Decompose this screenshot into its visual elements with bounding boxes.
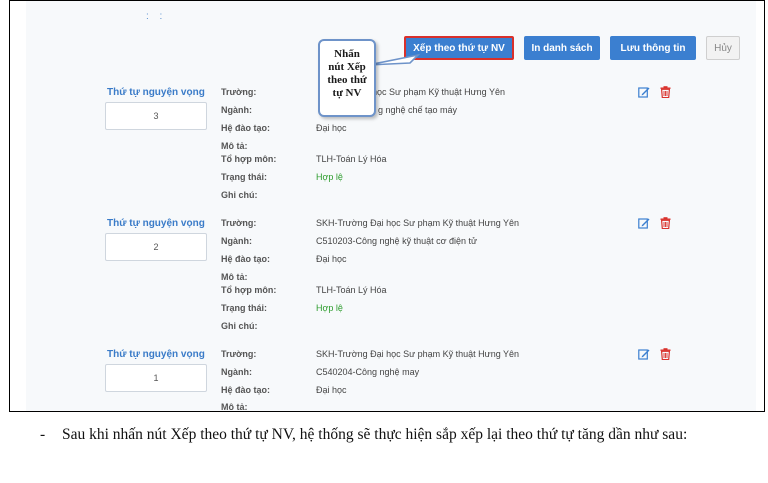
school-value: SKH-Trường Đại học Sư phạm Kỹ thuật Hưng… [316, 349, 520, 359]
edit-icon[interactable] [638, 348, 650, 360]
mode-label: Hệ đào tạo: [221, 254, 271, 264]
note-label: Ghi chú: [221, 321, 258, 331]
status-label: Trạng thái: [221, 303, 268, 313]
combo-value: TLH-Toán Lý Hóa [316, 285, 387, 295]
desc-label: Mô tả: [221, 272, 248, 282]
mode-value: Đại học [316, 254, 347, 264]
wish-order-input[interactable]: 3 [105, 102, 207, 130]
callout-line: nút Xếp [328, 61, 366, 73]
document-caption: - Sau khi nhấn nút Xếp theo thứ tự NV, hệ… [12, 424, 762, 446]
top-fragment: : : [146, 11, 167, 22]
cancel-button[interactable]: Hủy [706, 36, 740, 60]
mode-value: Đại học [316, 123, 347, 133]
school-label: Trường: [221, 87, 257, 97]
print-list-button[interactable]: In danh sách [524, 36, 600, 60]
delete-icon[interactable] [660, 348, 671, 360]
callout-line: Nhấn [334, 48, 360, 60]
combo-label: Tổ hợp môn: [221, 154, 277, 164]
save-info-button[interactable]: Lưu thông tin [610, 36, 696, 60]
major-label: Ngành: [221, 105, 252, 115]
caption-bullet: - [40, 426, 46, 443]
mode-label: Hệ đào tạo: [221, 123, 271, 133]
desc-label: Mô tả: [221, 402, 248, 412]
wish-order-input[interactable]: 2 [105, 233, 207, 261]
school-label: Trường: [221, 349, 257, 359]
instruction-callout: Nhấn nút Xếp theo thứ tự NV [318, 39, 376, 117]
combo-value: TLH-Toán Lý Hóa [316, 154, 387, 164]
status-value: Hợp lệ [316, 303, 343, 313]
delete-icon[interactable] [660, 217, 671, 229]
wish-order-input[interactable]: 1 [105, 364, 207, 392]
screenshot-frame: : : Xếp theo thứ tự NV In danh sách Lưu … [9, 0, 765, 412]
school-label: Trường: [221, 218, 257, 228]
registration-panel: : : Xếp theo thứ tự NV In danh sách Lưu … [26, 1, 756, 412]
caption-text: Sau khi nhấn nút Xếp theo thứ tự NV, hệ … [62, 426, 688, 443]
school-value: Đại học Sư phạm Kỹ thuật Hưng Yên [356, 87, 505, 97]
major-value: C540204-Công nghệ may [316, 367, 420, 377]
edit-icon[interactable] [638, 86, 650, 98]
combo-label: Tổ hợp môn: [221, 285, 277, 295]
mode-label: Hệ đào tạo: [221, 385, 271, 395]
major-value: C510203-Công nghệ kỹ thuật cơ điện tử [316, 236, 478, 246]
wish-order-label: Thứ tự nguyện vọng [107, 218, 205, 229]
school-value: SKH-Trường Đại học Sư phạm Kỹ thuật Hưng… [316, 218, 520, 228]
major-value: g nghệ chế tạo máy [378, 105, 458, 115]
callout-line: theo thứ [327, 74, 367, 86]
status-value: Hợp lệ [316, 172, 343, 182]
note-label: Ghi chú: [221, 190, 258, 200]
major-label: Ngành: [221, 367, 252, 377]
edit-icon[interactable] [638, 217, 650, 229]
callout-line: tự NV [332, 87, 362, 99]
wish-order-label: Thứ tự nguyện vọng [107, 87, 205, 98]
major-label: Ngành: [221, 236, 252, 246]
desc-label: Mô tả: [221, 141, 248, 151]
status-label: Trạng thái: [221, 172, 268, 182]
mode-value: Đại học [316, 385, 347, 395]
delete-icon[interactable] [660, 86, 671, 98]
wish-order-label: Thứ tự nguyện vọng [107, 349, 205, 360]
